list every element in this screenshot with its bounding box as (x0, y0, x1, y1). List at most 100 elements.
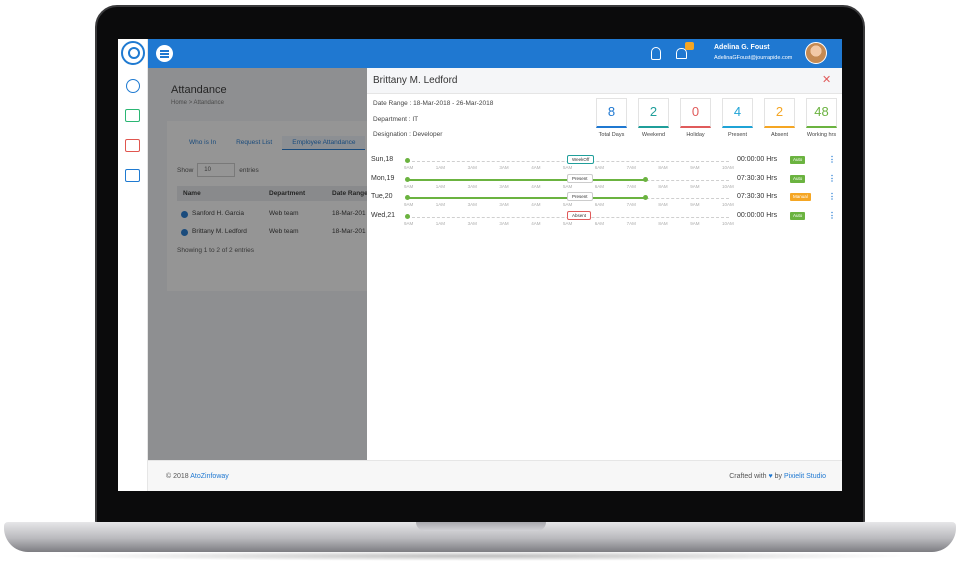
timeline-day: Wed,21 (371, 211, 395, 219)
timeline-tick: 3AM (499, 183, 509, 189)
avatar[interactable] (805, 42, 827, 64)
crafted-text: Crafted with (729, 473, 767, 480)
more-icon[interactable]: ⋮ (828, 211, 836, 220)
timeline-tick: 10AM (722, 202, 734, 207)
timeline-start-dot (405, 213, 410, 219)
stat-label: Holiday (686, 132, 705, 138)
timeline-tick: 3AM (499, 220, 509, 226)
calendar-icon[interactable] (125, 109, 140, 122)
status-tag: WeekOff (567, 155, 595, 164)
timeline-tick: 1AM (435, 165, 446, 170)
timeline-tick: 9AM (404, 165, 414, 170)
timeline-tick: 8AM (658, 183, 668, 189)
timeline-day: Tue,20 (371, 193, 393, 200)
timeline-tick: 3AM (467, 220, 477, 226)
stat-value: 48 (806, 98, 837, 128)
logo-icon[interactable] (121, 41, 145, 65)
employee-detail-panel: Brittany M. Ledford ✕ Date Range : 18-Ma… (367, 68, 842, 460)
stat-value: 4 (722, 98, 753, 128)
timeline-row: Mon,19 9AM 1AM 3AM 3AM 4AM 5AM 6AM 7AM 8AM 9AM 10AM… (367, 171, 842, 189)
timeline-tick: 3AM (467, 183, 477, 189)
timeline-hours: 07:30:30 Hrs (737, 193, 778, 200)
timeline-tick: 10AM (722, 220, 734, 226)
timeline-tick: 3AM (499, 165, 509, 170)
footer-credit: Crafted with ♥ by Pixielit Studio (729, 473, 826, 480)
timeline-tick: 9AM (690, 183, 700, 189)
screen: Adelina G. Foust AdelinaGFoust@jourrapid… (118, 39, 842, 491)
footer: © 2018 AtoZinfoway Crafted with ♥ by Pix… (148, 460, 842, 491)
timeline-start-dot (405, 195, 410, 200)
stat-value: 2 (764, 98, 795, 128)
laptop-shadow (40, 551, 920, 561)
timeline-tick: 9AM (690, 165, 700, 170)
timeline-row: Wed,21 9AM 1AM 3AM 3AM 4AM 5AM 6AM 7AM 8AM 9AM 10AM… (367, 208, 842, 226)
panel-title: Brittany M. Ledford (373, 75, 458, 86)
more-icon[interactable]: ⋮ (828, 174, 836, 183)
stat-label: Absent (770, 132, 789, 138)
timeline-tick: 5AM (563, 220, 573, 226)
timeline-tick: 7AM (626, 220, 636, 226)
stat-label: Weekend (641, 132, 666, 138)
studio-link[interactable]: Pixielit Studio (784, 473, 826, 480)
timeline-tick: 1AM (435, 202, 446, 207)
timeline-tick: 9AM (690, 202, 700, 207)
timeline-row: Tue,20 9AM 1AM 3AM 3AM 4AM 5AM 6AM 7AM 8AM 9AM 10AM… (367, 189, 842, 207)
stat-holiday: 0 Holiday (680, 98, 711, 143)
timeline-start-dot (405, 158, 410, 163)
panel-header: Brittany M. Ledford ✕ (367, 68, 842, 94)
timeline-tick: 1AM (435, 220, 446, 226)
timeline-end-dot (643, 195, 649, 200)
notification-badge (685, 42, 694, 50)
stat-label: Present (728, 132, 747, 138)
timeline-hours: 00:00:00 Hrs (737, 156, 778, 163)
mode-badge: Auto (790, 211, 806, 220)
timeline-hours: 07:30:30 Hrs (737, 174, 778, 182)
footer-copyright: © 2018 AtoZinfoway (166, 473, 229, 480)
close-icon[interactable]: ✕ (822, 74, 831, 86)
timeline-tick: 7AM (626, 202, 636, 207)
copyright-text: © 2018 (166, 473, 189, 480)
dashboard-icon[interactable] (126, 79, 140, 93)
stat-total-days: 8 Total Days (596, 98, 627, 143)
modal-overlay[interactable] (148, 68, 367, 460)
timeline-tick: 5AM (563, 165, 573, 170)
more-icon[interactable]: ⋮ (828, 155, 836, 164)
id-card-icon[interactable] (125, 169, 140, 182)
user-name: Adelina G. Foust (714, 44, 770, 51)
company-link[interactable]: AtoZinfoway (190, 473, 229, 480)
menu-icon[interactable] (156, 45, 173, 62)
timeline-tick: 5AM (563, 183, 573, 189)
stat-value: 8 (596, 98, 627, 128)
attendance-icon[interactable] (125, 139, 140, 152)
stat-value: 0 (680, 98, 711, 128)
timeline-hours: 00:00:00 Hrs (737, 211, 778, 219)
timeline-start-dot (405, 176, 410, 182)
timeline-tick: 6AM (594, 220, 605, 226)
user-email: AdelinaGFoust@jourrapide.com (714, 55, 793, 61)
status-tag: Present (567, 173, 593, 183)
timeline-tick: 9AM (404, 183, 414, 189)
timeline-tick: 8AM (658, 165, 668, 170)
timeline-tick: 4AM (531, 220, 541, 226)
timeline-tick: 6AM (594, 202, 605, 207)
status-tag: Absent (567, 210, 592, 220)
user-icon[interactable] (651, 47, 661, 60)
stat-label: Total Days (598, 132, 625, 138)
timeline-tick: 6AM (594, 165, 605, 170)
timeline-tick: 4AM (531, 183, 541, 189)
more-icon[interactable]: ⋮ (828, 192, 836, 201)
topbar: Adelina G. Foust AdelinaGFoust@jourrapid… (148, 39, 842, 68)
timeline-day: Mon,19 (371, 174, 395, 182)
heart-icon: ♥ (768, 473, 773, 480)
timeline-tick: 8AM (658, 220, 668, 226)
timeline-tick: 3AM (499, 202, 509, 207)
timeline-tick: 4AM (531, 202, 541, 207)
designation: Designation : Developer (373, 131, 443, 138)
status-tag: Present (567, 192, 593, 201)
by-text: by (774, 473, 783, 480)
stats-row: 8 Total Days 2 Weekend 0 Holiday 4 Present 2 Abse… (596, 98, 842, 143)
timeline-tick: 9AM (690, 220, 700, 226)
timeline-end-dot (643, 176, 649, 182)
timeline-tick: 5AM (563, 202, 573, 207)
mode-badge: Auto (790, 156, 806, 164)
